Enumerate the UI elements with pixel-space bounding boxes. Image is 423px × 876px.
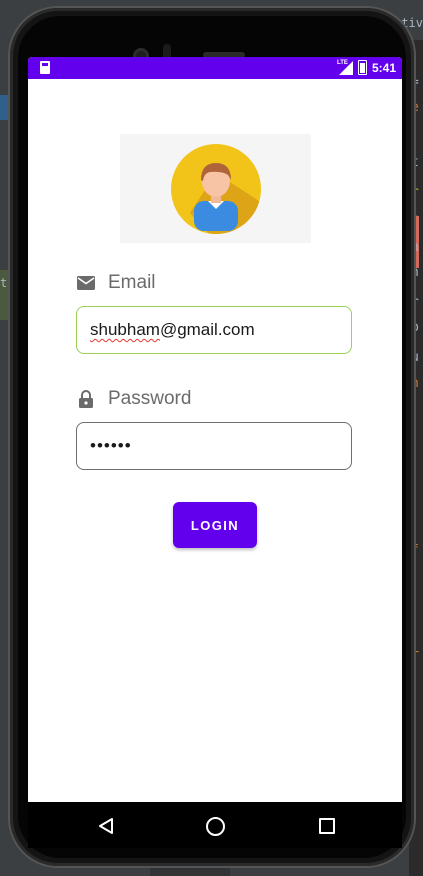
user-avatar-icon: [171, 144, 261, 234]
email-label-row: Email: [76, 272, 156, 294]
sd-card-icon: [40, 61, 50, 74]
lock-icon: [79, 390, 93, 408]
battery-icon: [357, 60, 367, 75]
email-value-user: shubham: [90, 320, 160, 339]
email-label: Email: [108, 272, 156, 293]
password-label: Password: [108, 388, 192, 409]
password-label-row: Password: [76, 388, 191, 410]
email-value-domain: @gmail.com: [159, 320, 255, 339]
square-recent-icon[interactable]: [319, 818, 335, 834]
circle-home-icon[interactable]: [206, 817, 225, 836]
envelope-icon: [77, 276, 95, 290]
email-field[interactable]: shubham @gmail.com: [76, 306, 352, 354]
navigation-bar: [28, 802, 402, 848]
password-value: ••••••: [90, 436, 132, 455]
triangle-back-icon[interactable]: [98, 817, 114, 835]
avatar-image: [120, 134, 311, 243]
password-field[interactable]: ••••••: [76, 422, 352, 470]
signal-icon: LTE: [336, 59, 353, 75]
app-screen: LTE 5:41 Email shubham @gmail.com Passwo…: [28, 57, 402, 844]
network-type: LTE: [336, 59, 348, 66]
status-time: 5:41: [371, 60, 396, 75]
status-bar: LTE 5:41: [28, 57, 402, 79]
login-button[interactable]: LOGIN: [173, 502, 257, 548]
